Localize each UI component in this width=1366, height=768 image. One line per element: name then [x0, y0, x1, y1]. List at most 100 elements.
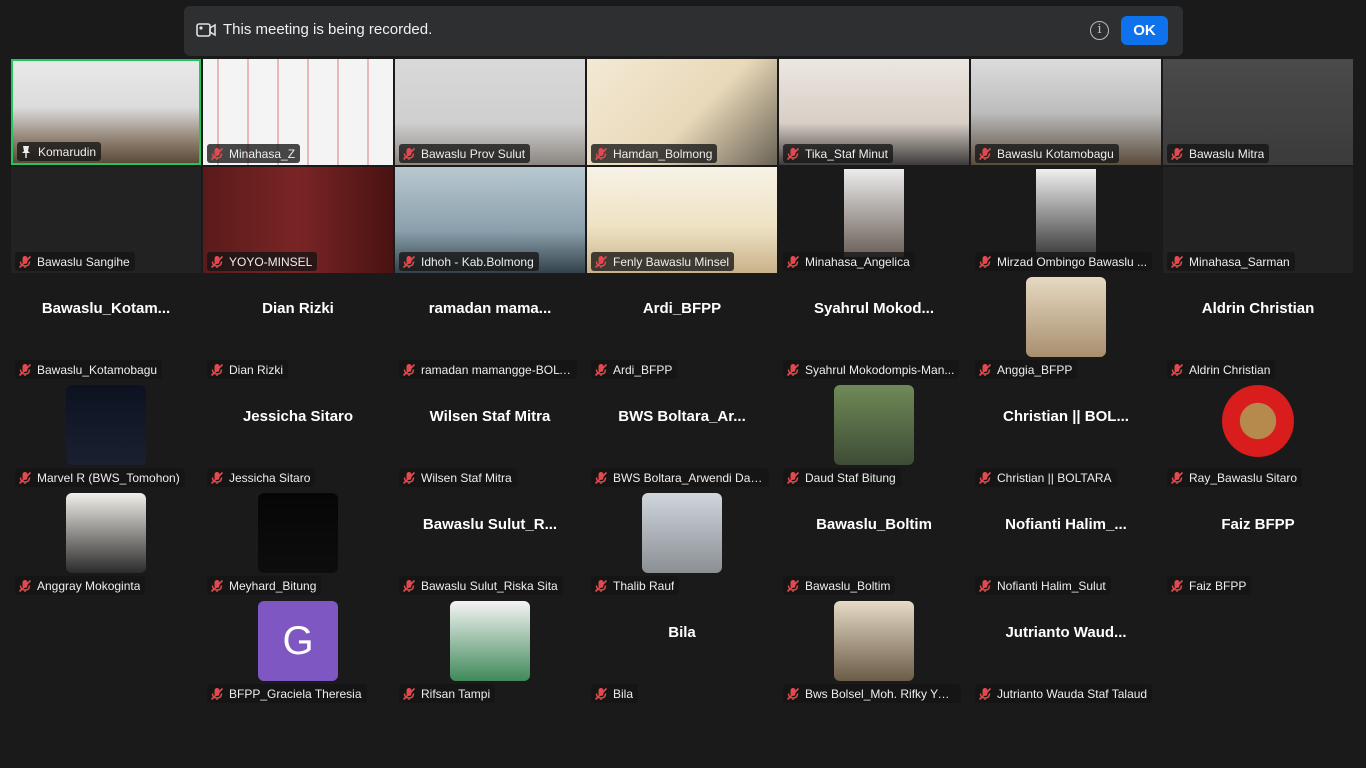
participant-display-name: Christian || BOL... [1003, 408, 1129, 425]
participant-avatar [1036, 169, 1096, 257]
participant-name: Aldrin Christian [1189, 362, 1271, 377]
participant-tile[interactable]: Dian Rizki Dian Rizki [203, 275, 393, 381]
participant-name: Bawaslu Mitra [1189, 146, 1265, 161]
participant-tile[interactable]: Bawaslu_Boltim Bawaslu_Boltim [779, 491, 969, 597]
participant-name-label: Bawaslu Kotamobagu [975, 144, 1119, 163]
participant-tile[interactable]: YOYO-MINSEL [203, 167, 393, 273]
mic-muted-icon [210, 363, 224, 377]
participant-avatar [66, 385, 146, 465]
participant-tile[interactable]: Faiz BFPP Faiz BFPP [1163, 491, 1353, 597]
participant-tile[interactable]: Jessicha Sitaro Jessicha Sitaro [203, 383, 393, 489]
participant-tile[interactable]: Aldrin Christian Aldrin Christian [1163, 275, 1353, 381]
participant-tile[interactable]: Fenly Bawaslu Minsel [587, 167, 777, 273]
participant-tile[interactable]: Tika_Staf Minut [779, 59, 969, 165]
participant-tile[interactable]: Ray_Bawaslu Sitaro [1163, 383, 1353, 489]
participant-name: Wilsen Staf Mitra [421, 470, 512, 485]
participant-name: Minahasa_Z [229, 146, 296, 161]
mic-muted-icon [210, 579, 224, 593]
participant-name: Bawaslu_Kotamobagu [37, 362, 158, 377]
mic-muted-icon [1170, 147, 1184, 161]
participant-tile[interactable]: Bawaslu Sulut_R... Bawaslu Sulut_Riska Si… [395, 491, 585, 597]
participant-name-label: BWS Boltara_Arwendi Datu... [591, 468, 769, 487]
participant-name-label: Dian Rizki [207, 360, 289, 379]
participant-tile[interactable]: Minahasa_Z [203, 59, 393, 165]
mic-muted-icon [18, 255, 32, 269]
participant-tile[interactable]: G BFPP_Graciela Theresia [203, 599, 393, 705]
participant-name: Hamdan_Bolmong [613, 146, 713, 161]
mic-muted-icon [978, 471, 992, 485]
participant-avatar [834, 385, 914, 465]
participant-tile[interactable]: Bawaslu Mitra [1163, 59, 1353, 165]
participant-display-name: Bawaslu_Kotam... [41, 300, 171, 317]
participant-tile[interactable]: Bila Bila [587, 599, 777, 705]
mic-muted-icon [786, 579, 800, 593]
participant-name: BFPP_Graciela Theresia [229, 686, 362, 701]
participant-tile[interactable]: Bawaslu Kotamobagu [971, 59, 1161, 165]
participant-tile[interactable]: Daud Staf Bitung [779, 383, 969, 489]
participant-name-label: Idhoh - Kab.Bolmong [399, 252, 539, 271]
participant-tile[interactable]: Meyhard_Bitung [203, 491, 393, 597]
participant-tile[interactable]: Christian || BOL... Christian || BOLTARA [971, 383, 1161, 489]
participant-tile[interactable]: Hamdan_Bolmong [587, 59, 777, 165]
participant-display-name: Faiz BFPP [1221, 516, 1295, 533]
participant-name: Jutrianto Wauda Staf Talaud [997, 686, 1148, 701]
mic-muted-icon [210, 147, 224, 161]
participant-tile[interactable]: Wilsen Staf Mitra Wilsen Staf Mitra [395, 383, 585, 489]
participant-tile[interactable]: Komarudin [11, 59, 201, 165]
participant-name-label: Minahasa_Z [207, 144, 301, 163]
mic-muted-icon [402, 471, 416, 485]
participant-tile[interactable]: Bawaslu_Kotam... Bawaslu_Kotamobagu [11, 275, 201, 381]
participant-avatar: G [258, 601, 338, 681]
participant-name: Daud Staf Bitung [805, 470, 896, 485]
participant-tile[interactable]: Bawaslu Sangihe [11, 167, 201, 273]
pin-icon [20, 145, 32, 158]
participant-tile[interactable]: Anggia_BFPP [971, 275, 1161, 381]
participant-tile[interactable]: Bws Bolsel_Moh. Rifky Yunus [779, 599, 969, 705]
participant-tile[interactable]: Ardi_BFPP Ardi_BFPP [587, 275, 777, 381]
participant-tile[interactable]: Nofianti Halim_... Nofianti Halim_Sulut [971, 491, 1161, 597]
mic-muted-icon [978, 363, 992, 377]
participant-name-label: Minahasa_Angelica [783, 252, 915, 271]
participant-tile[interactable]: Rifsan Tampi [395, 599, 585, 705]
mic-muted-icon [786, 687, 800, 701]
mic-muted-icon [786, 255, 800, 269]
participant-display-name: Syahrul Mokod... [813, 300, 934, 317]
participant-name-label: Nofianti Halim_Sulut [975, 576, 1111, 595]
mic-muted-icon [786, 471, 800, 485]
participant-tile[interactable]: Minahasa_Angelica [779, 167, 969, 273]
participant-tile[interactable]: Minahasa_Sarman [1163, 167, 1353, 273]
participant-name: Bws Bolsel_Moh. Rifky Yunus [805, 686, 956, 701]
participant-tile[interactable]: Anggray Mokoginta [11, 491, 201, 597]
participant-tile[interactable]: BWS Boltara_Ar... BWS Boltara_Arwendi Dat… [587, 383, 777, 489]
participant-name-label: Thalib Rauf [591, 576, 680, 595]
participant-name-label: Wilsen Staf Mitra [399, 468, 517, 487]
participant-gallery: Komarudin Minahasa_Z Bawaslu Prov Sulut Ham… [0, 0, 1366, 768]
participant-name-label: BFPP_Graciela Theresia [207, 684, 367, 703]
participant-avatar [1218, 385, 1298, 465]
participant-name: Dian Rizki [229, 362, 284, 377]
participant-name: Faiz BFPP [1189, 578, 1247, 593]
participant-display-name: Nofianti Halim_... [1005, 516, 1127, 533]
participant-name-label: Hamdan_Bolmong [591, 144, 718, 163]
participant-name-label: Bws Bolsel_Moh. Rifky Yunus [783, 684, 961, 703]
participant-tile[interactable]: Bawaslu Prov Sulut [395, 59, 585, 165]
participant-display-name: Bawaslu Sulut_R... [422, 516, 558, 533]
participant-name-label: Bawaslu Sangihe [15, 252, 135, 271]
participant-name-label: Komarudin [17, 142, 102, 161]
participant-tile[interactable]: Thalib Rauf [587, 491, 777, 597]
participant-tile[interactable]: Jutrianto Waud... Jutrianto Wauda Staf Ta… [971, 599, 1161, 705]
mic-muted-icon [18, 579, 32, 593]
participant-name: BWS Boltara_Arwendi Datu... [613, 470, 764, 485]
participant-name: YOYO-MINSEL [229, 254, 313, 269]
participant-tile[interactable]: Mirzad Ombingo Bawaslu ... [971, 167, 1161, 273]
participant-tile[interactable]: Marvel R (BWS_Tomohon) [11, 383, 201, 489]
participant-name-label: Ray_Bawaslu Sitaro [1167, 468, 1303, 487]
participant-display-name: Dian Rizki [262, 300, 334, 317]
participant-tile[interactable]: Idhoh - Kab.Bolmong [395, 167, 585, 273]
participant-name: Meyhard_Bitung [229, 578, 317, 593]
participant-name-label: Faiz BFPP [1167, 576, 1252, 595]
participant-name: Jessicha Sitaro [229, 470, 311, 485]
participant-name: Komarudin [38, 144, 97, 159]
participant-tile[interactable]: Syahrul Mokod... Syahrul Mokodompis-Man..… [779, 275, 969, 381]
participant-tile[interactable]: ramadan mama... ramadan mamangge-BOLT... [395, 275, 585, 381]
